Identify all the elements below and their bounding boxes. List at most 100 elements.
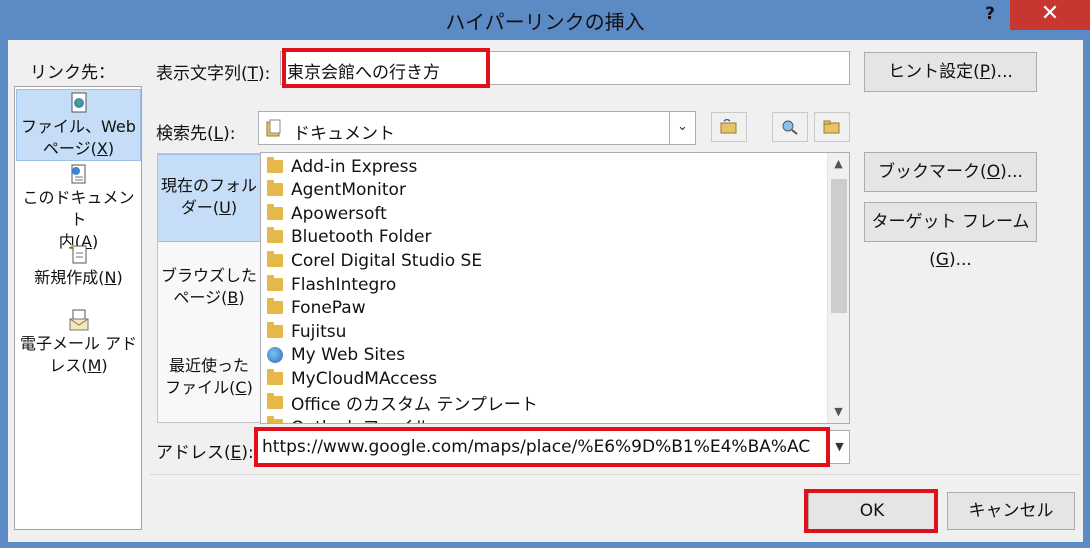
list-item[interactable]: Outlook ファイル <box>267 414 431 423</box>
recent-files-line2: ファイル( <box>165 378 236 397</box>
link-to-pane: ファイル、Web ページ(X) このドキュメント 内(A) 新規作成(N) 電子… <box>14 86 142 530</box>
accelerator-suffix: )... <box>948 250 972 270</box>
folder-icon <box>267 275 283 291</box>
list-item[interactable]: Office のカスタム テンプレート <box>267 391 538 415</box>
list-item[interactable]: AgentMonitor <box>267 178 406 201</box>
current-folder-tab[interactable]: 現在のフォル ダー(U) <box>158 154 260 242</box>
accelerator-suffix: )... <box>990 62 1013 82</box>
link-to-new-document[interactable]: 新規作成(N) <box>16 243 141 305</box>
browse-web-icon <box>782 120 798 135</box>
link-to-email-line1: 電子メール アド <box>19 334 138 353</box>
link-to-existing-file-line1: ファイル、Web <box>21 117 136 136</box>
bookmark-button[interactable]: ブックマーク(O)... <box>864 152 1037 192</box>
address-label-text: アドレス( <box>156 443 231 463</box>
accelerator-key: X <box>96 139 108 158</box>
accelerator-suffix: )... <box>1000 162 1023 182</box>
list-item[interactable]: Corel Digital Studio SE <box>267 249 482 272</box>
list-item[interactable]: Add-in Express <box>267 155 417 178</box>
accelerator-key: M <box>87 356 102 375</box>
recent-files-line1: 最近使った <box>168 356 249 375</box>
list-item-name: Office のカスタム テンプレート <box>291 395 538 415</box>
screentip-button[interactable]: ヒント設定(P)... <box>864 52 1037 92</box>
file-list[interactable]: Add-in Express AgentMonitor Apowersoft B… <box>260 152 850 424</box>
list-item[interactable]: FlashIntegro <box>267 273 396 296</box>
accelerator-key: G <box>935 250 949 270</box>
scroll-up-icon[interactable]: ▲ <box>828 153 849 175</box>
folder-icon <box>267 251 283 267</box>
web-page-icon <box>71 92 86 113</box>
help-button[interactable]: ? <box>974 4 1006 30</box>
list-item-name: MyCloudMAccess <box>291 368 438 389</box>
open-folder-icon <box>823 120 840 134</box>
list-item[interactable]: Fujitsu <box>267 320 346 343</box>
list-item-name: FonePaw <box>291 297 366 318</box>
folder-icon <box>267 322 283 338</box>
link-to-existing-file[interactable]: ファイル、Web ページ(X) <box>16 89 141 161</box>
list-item[interactable]: Apowersoft <box>267 202 387 225</box>
list-item[interactable]: Bluetooth Folder <box>267 225 431 248</box>
list-item-name: Fujitsu <box>291 321 347 342</box>
folder-icon <box>267 298 283 314</box>
scrollbar-thumb[interactable] <box>831 179 847 313</box>
display-text-label: 表示文字列(T): <box>156 59 270 84</box>
folder-icon <box>267 393 283 409</box>
accelerator-suffix: ): <box>241 443 254 463</box>
divider <box>150 474 1080 475</box>
dialog-title: ハイパーリンクの挿入 <box>445 10 645 34</box>
vertical-scrollbar[interactable]: ▲ ▼ <box>827 153 849 423</box>
folder-icon <box>267 157 283 173</box>
list-item-name: Apowersoft <box>291 203 387 224</box>
cancel-button[interactable]: キャンセル <box>947 492 1075 530</box>
accelerator-suffix: ) <box>238 288 245 307</box>
browse-file-button[interactable] <box>814 112 850 142</box>
target-frame-button[interactable]: ターゲット フレーム(G)... <box>864 202 1037 270</box>
link-to-new-label: 新規作成( <box>34 268 105 287</box>
link-to-email-line2: レス( <box>49 356 88 375</box>
chevron-down-icon[interactable]: ▼ <box>829 431 849 463</box>
list-item[interactable]: MyCloudMAccess <box>267 367 437 390</box>
list-item-name: AgentMonitor <box>291 179 406 200</box>
browsed-pages-line1: ブラウズした <box>160 266 257 285</box>
look-in-value: ドキュメント <box>293 124 395 144</box>
link-to-place-line1: このドキュメント <box>22 188 135 229</box>
look-in-label: 検索先(L): <box>156 119 236 144</box>
link-to-email-address[interactable]: 電子メール アド レス(M) <box>16 309 141 381</box>
accelerator-suffix: ) <box>107 139 115 158</box>
accelerator-suffix: ): <box>258 64 271 84</box>
address-label: アドレス(E): <box>156 438 254 463</box>
folder-icon <box>267 227 283 243</box>
scroll-down-icon[interactable]: ▼ <box>828 401 849 423</box>
chevron-down-icon[interactable]: ⌄ <box>669 112 695 144</box>
close-button[interactable]: ✕ <box>1010 0 1090 30</box>
folder-icon <box>267 369 283 385</box>
look-in-dropdown[interactable]: ドキュメント ⌄ <box>258 111 696 145</box>
list-item[interactable]: FonePaw <box>267 296 366 319</box>
ok-highlight <box>804 489 938 533</box>
accelerator-key: C <box>235 378 247 397</box>
look-in-label-text: 検索先( <box>156 124 214 144</box>
folder-up-icon <box>720 119 737 134</box>
current-folder-line1: 現在のフォル <box>160 176 257 195</box>
title-bar[interactable]: ハイパーリンクの挿入 ? ✕ <box>0 0 1090 40</box>
list-item-name: Add-in Express <box>291 156 418 177</box>
accelerator-key: P <box>979 62 991 82</box>
accelerator-key: L <box>213 124 224 144</box>
display-text-highlight <box>282 48 490 88</box>
accelerator-suffix: ) <box>116 268 123 287</box>
accelerator-key: T <box>247 64 259 84</box>
browsed-pages-tab[interactable]: ブラウズした ページ(B) <box>158 265 260 315</box>
recent-files-tab[interactable]: 最近使った ファイル(C) <box>158 355 260 405</box>
list-item-name: Bluetooth Folder <box>291 226 432 247</box>
accelerator-key: E <box>230 443 242 463</box>
link-to-place-in-document[interactable]: このドキュメント 内(A) <box>16 163 141 251</box>
browse-folder-button[interactable] <box>711 112 747 142</box>
browsed-pages-line2: ページ( <box>173 288 228 307</box>
accelerator-key: N <box>104 268 117 287</box>
list-item[interactable]: My Web Sites <box>267 343 405 366</box>
new-document-icon <box>69 244 86 264</box>
address-highlight <box>254 427 830 467</box>
email-icon <box>69 309 88 331</box>
browse-web-button[interactable] <box>772 112 808 142</box>
bookmark-label: ブックマーク( <box>878 162 987 182</box>
link-to-label: リンク先： <box>30 63 115 83</box>
